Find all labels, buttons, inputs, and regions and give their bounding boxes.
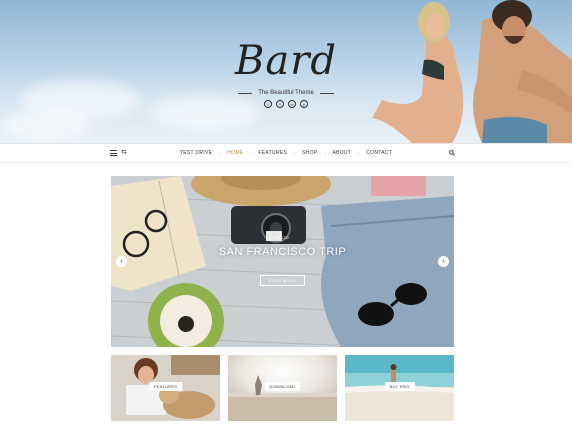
slide-image [111,176,454,347]
promo-box-buy-pro[interactable]: BUY PRO [345,355,454,421]
search-icon[interactable] [449,150,455,156]
instagram-icon[interactable]: in [288,100,296,108]
slider-prev-button[interactable]: ‹ [116,256,127,267]
nav-separator [219,152,221,154]
slide-title[interactable]: SAN FRANCISCO TRIP [111,246,454,258]
nav-separator [324,152,326,154]
social-links: f t in p [0,100,572,108]
promo-label[interactable]: DOWNLOAD [264,382,301,391]
nav-item-test-drive[interactable]: TEST DRIVE [180,150,212,156]
promo-box-download[interactable]: DOWNLOAD [228,355,337,421]
divider [319,92,334,94]
promo-label[interactable]: BUY PRO [384,382,415,391]
pinterest-icon[interactable]: p [300,100,308,108]
promo-box-features[interactable]: FEATURES [111,355,220,421]
read-more-button[interactable]: READ MORE [260,275,305,286]
featured-slider[interactable]: FOOD SAN FRANCISCO TRIP READ MORE ‹ › [111,176,454,347]
nav-separator [358,152,360,154]
nav-item-about[interactable]: ABOUT [333,150,352,156]
promo-label[interactable]: FEATURES [148,382,183,391]
facebook-icon[interactable]: f [264,100,272,108]
header-banner: Bard The Beautiful Theme f t in p [0,0,572,143]
nav-item-shop[interactable]: SHOP [302,150,317,156]
site-logo[interactable]: Bard [0,38,572,84]
twitter-icon[interactable]: t [276,100,284,108]
nav-item-contact[interactable]: CONTACT [366,150,392,156]
slide-category[interactable]: FOOD [111,235,454,240]
divider [238,92,253,94]
nav-menu: TEST DRIVE HOME FEATURES SHOP ABOUT CONT… [0,144,572,162]
nav-separator [250,152,252,154]
nav-item-features[interactable]: FEATURES [258,150,287,156]
cloud [0,110,90,140]
site-title[interactable]: Bard [235,38,337,84]
slider-next-button[interactable]: › [438,256,449,267]
site-tagline: The Beautiful Theme [258,90,314,96]
main-navigation: ⇆ TEST DRIVE HOME FEATURES SHOP ABOUT CO… [0,143,572,163]
tagline-row: The Beautiful Theme [0,90,572,96]
nav-item-home[interactable]: HOME [227,150,243,156]
nav-separator [294,152,296,154]
